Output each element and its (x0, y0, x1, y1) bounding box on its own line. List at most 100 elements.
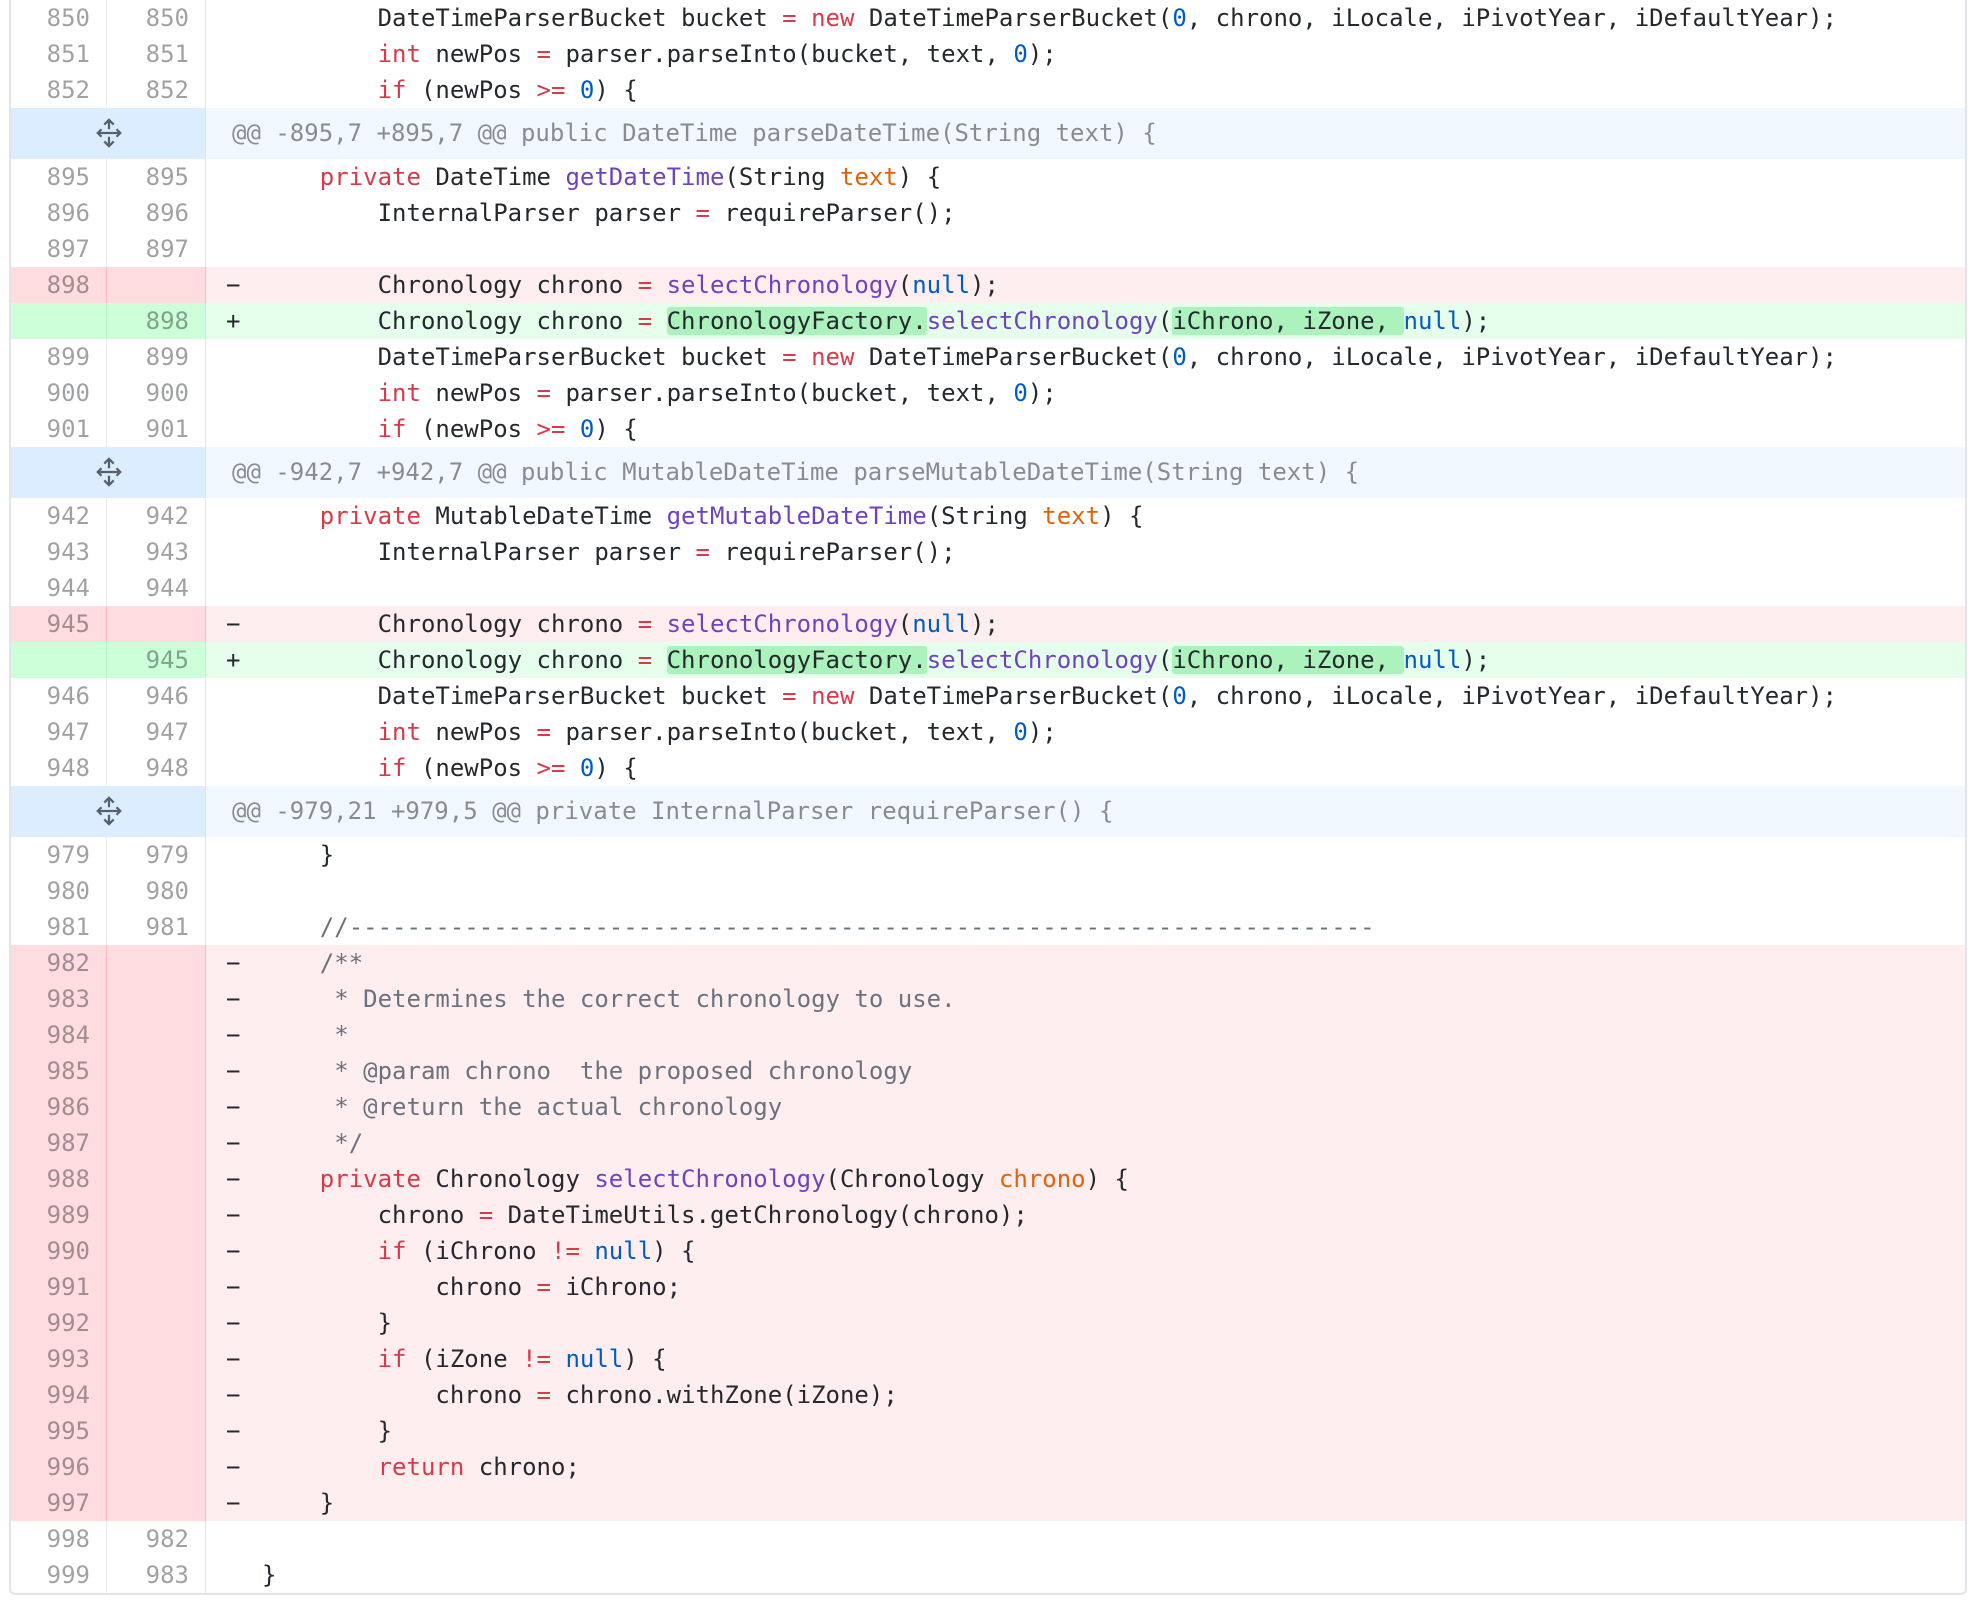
new-line-number[interactable]: 943 (107, 534, 206, 570)
new-line-number[interactable] (107, 1053, 206, 1089)
old-line-number[interactable]: 942 (11, 498, 107, 534)
old-line-number[interactable]: 946 (11, 678, 107, 714)
new-line-number[interactable]: 945 (107, 642, 206, 678)
old-line-number[interactable]: 948 (11, 750, 107, 786)
old-line-number[interactable] (11, 303, 107, 339)
new-line-number[interactable] (107, 1269, 206, 1305)
new-line-number[interactable]: 983 (107, 1557, 206, 1593)
expand-button[interactable] (11, 447, 206, 498)
new-line-number[interactable] (107, 1017, 206, 1053)
new-line-number[interactable] (107, 1485, 206, 1521)
old-line-number[interactable]: 945 (11, 606, 107, 642)
old-line-number[interactable]: 944 (11, 570, 107, 606)
old-line-number[interactable]: 899 (11, 339, 107, 375)
expand-icon[interactable] (11, 786, 206, 837)
new-line-number[interactable] (107, 1161, 206, 1197)
new-line-number[interactable]: 981 (107, 909, 206, 945)
expand-button[interactable] (11, 786, 206, 837)
diff-sign: − (226, 1057, 241, 1085)
old-line-number[interactable]: 997 (11, 1485, 107, 1521)
old-line-number[interactable]: 980 (11, 873, 107, 909)
old-line-number[interactable]: 850 (11, 0, 107, 36)
new-line-number[interactable]: 982 (107, 1521, 206, 1557)
old-line-number[interactable]: 851 (11, 36, 107, 72)
new-line-number[interactable]: 850 (107, 0, 206, 36)
code-line: − */ (206, 1125, 1965, 1161)
new-line-number[interactable] (107, 1305, 206, 1341)
new-line-number[interactable]: 895 (107, 159, 206, 195)
old-line-number[interactable] (11, 642, 107, 678)
old-line-number[interactable]: 981 (11, 909, 107, 945)
expand-button[interactable] (11, 108, 206, 159)
old-line-number[interactable]: 895 (11, 159, 107, 195)
old-line-number[interactable]: 991 (11, 1269, 107, 1305)
old-line-number[interactable]: 998 (11, 1521, 107, 1557)
new-line-number[interactable]: 896 (107, 195, 206, 231)
new-line-number[interactable]: 948 (107, 750, 206, 786)
new-line-number[interactable]: 980 (107, 873, 206, 909)
diff-sign: − (226, 1021, 241, 1049)
expand-icon[interactable] (11, 108, 206, 159)
code-line (206, 570, 1965, 606)
new-line-number[interactable]: 901 (107, 411, 206, 447)
new-line-number[interactable] (107, 1413, 206, 1449)
code-text: chrono = DateTimeUtils.getChronology(chr… (262, 1201, 1028, 1229)
old-line-number[interactable]: 983 (11, 981, 107, 1017)
new-line-number[interactable]: 944 (107, 570, 206, 606)
new-line-number[interactable] (107, 1233, 206, 1269)
new-line-number[interactable]: 946 (107, 678, 206, 714)
new-line-number[interactable] (107, 1089, 206, 1125)
diff-sign (226, 1521, 262, 1557)
new-line-number[interactable]: 947 (107, 714, 206, 750)
new-line-number[interactable] (107, 945, 206, 981)
new-line-number[interactable] (107, 1449, 206, 1485)
deleted-line: 991 − chrono = iChrono; (11, 1269, 1965, 1305)
old-line-number[interactable]: 986 (11, 1089, 107, 1125)
old-line-number[interactable]: 852 (11, 72, 107, 108)
new-line-number[interactable] (107, 1341, 206, 1377)
old-line-number[interactable]: 900 (11, 375, 107, 411)
code-line: − private Chronology selectChronology(Ch… (206, 1161, 1965, 1197)
old-line-number[interactable]: 990 (11, 1233, 107, 1269)
old-line-number[interactable]: 982 (11, 945, 107, 981)
new-line-number[interactable] (107, 267, 206, 303)
old-line-number[interactable]: 984 (11, 1017, 107, 1053)
new-line-number[interactable] (107, 1197, 206, 1233)
old-line-number[interactable]: 989 (11, 1197, 107, 1233)
old-line-number[interactable]: 947 (11, 714, 107, 750)
new-line-number[interactable]: 897 (107, 231, 206, 267)
old-line-number[interactable]: 896 (11, 195, 107, 231)
old-line-number[interactable]: 988 (11, 1161, 107, 1197)
diff-sign: − (226, 985, 241, 1013)
expand-icon[interactable] (11, 447, 206, 498)
new-line-number[interactable] (107, 1377, 206, 1413)
old-line-number[interactable]: 897 (11, 231, 107, 267)
old-line-number[interactable]: 979 (11, 837, 107, 873)
new-line-number[interactable]: 851 (107, 36, 206, 72)
old-line-number[interactable]: 898 (11, 267, 107, 303)
code-text: if (iZone != null) { (377, 1345, 667, 1373)
new-line-number[interactable] (107, 606, 206, 642)
context-line: 946 946 DateTimeParserBucket bucket = new… (11, 678, 1965, 714)
new-line-number[interactable]: 900 (107, 375, 206, 411)
code-text: return chrono; (377, 1453, 580, 1481)
deleted-line: 986 − * @return the actual chronology (11, 1089, 1965, 1125)
old-line-number[interactable]: 993 (11, 1341, 107, 1377)
new-line-number[interactable]: 852 (107, 72, 206, 108)
old-line-number[interactable]: 999 (11, 1557, 107, 1593)
old-line-number[interactable]: 987 (11, 1125, 107, 1161)
new-line-number[interactable]: 898 (107, 303, 206, 339)
new-line-number[interactable]: 899 (107, 339, 206, 375)
new-line-number[interactable]: 979 (107, 837, 206, 873)
old-line-number[interactable]: 943 (11, 534, 107, 570)
old-line-number[interactable]: 901 (11, 411, 107, 447)
old-line-number[interactable]: 994 (11, 1377, 107, 1413)
old-line-number[interactable]: 996 (11, 1449, 107, 1485)
code-line: − * @return the actual chronology (206, 1089, 1965, 1125)
new-line-number[interactable] (107, 981, 206, 1017)
new-line-number[interactable]: 942 (107, 498, 206, 534)
new-line-number[interactable] (107, 1125, 206, 1161)
old-line-number[interactable]: 992 (11, 1305, 107, 1341)
old-line-number[interactable]: 985 (11, 1053, 107, 1089)
old-line-number[interactable]: 995 (11, 1413, 107, 1449)
